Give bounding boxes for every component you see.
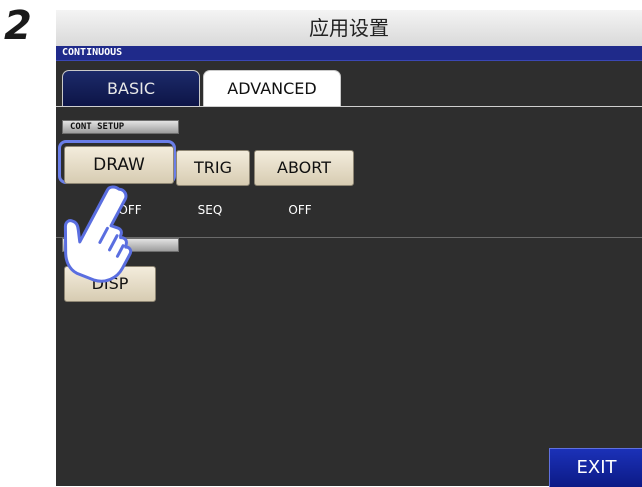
page-title: 应用设置	[309, 16, 389, 40]
title-bar: 应用设置	[56, 10, 642, 47]
step-number: 2	[4, 3, 32, 49]
trig-button[interactable]: TRIG	[176, 150, 250, 186]
trig-value: SEQ	[197, 203, 223, 217]
tab-basic[interactable]: BASIC	[62, 70, 200, 107]
abort-button[interactable]: ABORT	[254, 150, 354, 186]
screen-header: CONTINUOUS	[56, 46, 642, 61]
hand-pointer-icon	[63, 185, 133, 283]
section-label-cont-setup: CONT SETUP	[62, 120, 179, 134]
tab-divider	[56, 106, 642, 107]
abort-value: OFF	[288, 203, 312, 217]
exit-button[interactable]: EXIT	[549, 448, 642, 487]
screen-header-label: CONTINUOUS	[62, 47, 123, 58]
draw-button[interactable]: DRAW	[64, 146, 174, 184]
device-screen: CONTINUOUS BASIC ADVANCED CONT SETUP DRA…	[56, 46, 642, 487]
tab-advanced[interactable]: ADVANCED	[203, 70, 341, 107]
